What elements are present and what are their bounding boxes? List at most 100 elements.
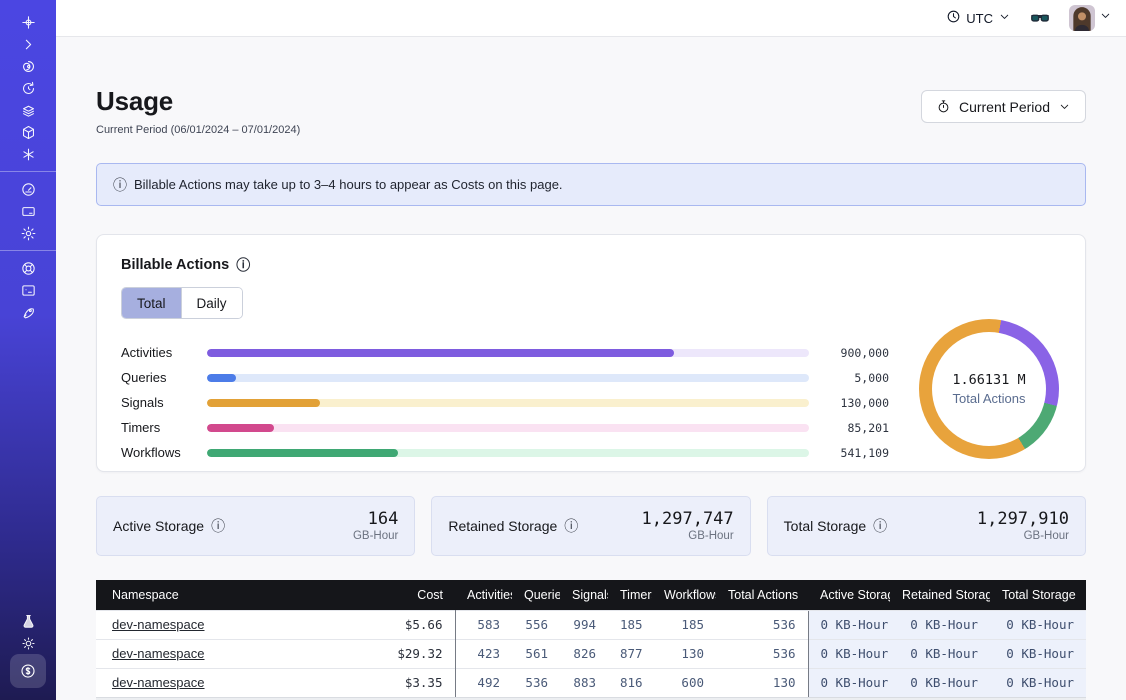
info-icon[interactable]: ⓘ: [211, 519, 225, 533]
col-timers: Timers: [608, 580, 652, 610]
banner-text: Billable Actions may take up to 3–4 hour…: [134, 177, 563, 192]
bar-fill: [207, 449, 398, 457]
bar-row-timers: Timers 85,201: [121, 415, 889, 440]
cost-cell: $3.35: [346, 668, 455, 697]
bar-fill: [207, 349, 674, 357]
bar-value: 5,000: [823, 371, 889, 385]
timezone-selector[interactable]: UTC: [946, 9, 1011, 27]
usage-gauge-icon[interactable]: [0, 178, 56, 200]
col-workflows: Workflows: [652, 580, 716, 610]
activities-cell: 423: [455, 639, 512, 668]
total-storage-cell: 0 KB-Hour: [990, 610, 1086, 639]
bar-row-signals: Signals 130,000: [121, 390, 889, 415]
namespace-usage-table: Namespace Cost Activities Queries Signal…: [96, 580, 1086, 697]
donut-total-value: 1.66131 M: [952, 372, 1025, 388]
bar-track: [207, 349, 809, 357]
chevron-down-icon: [1099, 9, 1112, 27]
settings-gear-icon[interactable]: [0, 222, 56, 244]
billing-card-icon[interactable]: [0, 200, 56, 222]
active-storage-label: Active Storage: [113, 518, 204, 534]
total-storage-cell: 0 KB-Hour: [990, 639, 1086, 668]
activities-cell: 583: [455, 610, 512, 639]
cost-cell: $5.66: [346, 610, 455, 639]
retained-storage-value: 1,297,747: [642, 510, 734, 530]
layers-icon[interactable]: [0, 99, 56, 121]
tab-daily[interactable]: Daily: [181, 288, 242, 318]
billable-bar-chart: Activities 900,000 Queries 5,000 Signals: [121, 340, 889, 465]
bar-row-queries: Queries 5,000: [121, 365, 889, 390]
bar-value: 541,109: [823, 446, 889, 460]
asterisk-icon[interactable]: [0, 143, 56, 165]
support-lifebuoy-icon[interactable]: [0, 257, 56, 279]
col-retained-storage: Retained Storage: [890, 580, 990, 610]
temporal-logo-icon[interactable]: [0, 11, 56, 33]
retained-storage-card: Retained Storage ⓘ 1,297,747 GB-Hour: [431, 496, 750, 556]
expand-chevron-icon[interactable]: [0, 33, 56, 55]
billable-actions-title: Billable Actions: [121, 257, 229, 273]
workflows-cell: 130: [652, 639, 716, 668]
col-activities: Activities: [455, 580, 512, 610]
timers-cell: 185: [608, 610, 652, 639]
theme-sun-icon[interactable]: [0, 632, 56, 654]
retained-storage-cell: 0 KB-Hour: [890, 639, 990, 668]
namespace-link[interactable]: dev-namespace: [112, 617, 205, 632]
tab-total[interactable]: Total: [122, 288, 181, 318]
page-title: Usage: [96, 86, 300, 117]
info-icon[interactable]: ⓘ: [564, 519, 578, 533]
period-dropdown-button[interactable]: Current Period: [921, 90, 1086, 123]
clock-icon: [946, 9, 961, 27]
bar-row-activities: Activities 900,000: [121, 340, 889, 365]
avatar: [1069, 5, 1095, 31]
page-subtitle: Current Period (06/01/2024 – 07/01/2024): [96, 124, 300, 136]
info-banner: ⓘ Billable Actions may take up to 3–4 ho…: [96, 163, 1086, 206]
activities-cell: 492: [455, 668, 512, 697]
labs-flask-icon[interactable]: [0, 610, 56, 632]
bar-fill: [207, 374, 236, 382]
info-icon[interactable]: ⓘ: [873, 519, 887, 533]
bar-track: [207, 374, 809, 382]
col-queries: Queries: [512, 580, 560, 610]
schedules-icon[interactable]: [0, 77, 56, 99]
col-total-storage: Total Storage: [990, 580, 1086, 610]
queries-cell: 561: [512, 639, 560, 668]
billable-actions-card: Billable Actions ⓘ Total Daily Activitie…: [96, 234, 1086, 472]
glasses-icon[interactable]: [1029, 7, 1051, 29]
bar-label: Workflows: [121, 445, 193, 460]
total-actions-cell: 130: [716, 668, 808, 697]
active-storage-cell: 0 KB-Hour: [808, 668, 890, 697]
namespace-link[interactable]: dev-namespace: [112, 675, 205, 690]
namespaces-icon[interactable]: [0, 55, 56, 77]
cost-cell: $29.32: [346, 639, 455, 668]
total-actions-cell: 536: [716, 610, 808, 639]
signals-cell: 994: [560, 610, 608, 639]
usage-coin-icon-active[interactable]: [10, 654, 46, 688]
topbar: UTC: [56, 0, 1126, 37]
retained-storage-label: Retained Storage: [448, 518, 557, 534]
retained-storage-cell: 0 KB-Hour: [890, 610, 990, 639]
total-actions-cell: 536: [716, 639, 808, 668]
donut-total-label: Total Actions: [953, 391, 1026, 406]
workflows-cell: 600: [652, 668, 716, 697]
total-storage-unit: GB-Hour: [977, 530, 1069, 542]
queries-cell: 536: [512, 668, 560, 697]
getting-started-rocket-icon[interactable]: [0, 301, 56, 323]
timezone-label: UTC: [966, 11, 993, 26]
bar-label: Timers: [121, 420, 193, 435]
total-storage-label: Total Storage: [784, 518, 867, 534]
namespace-link[interactable]: dev-namespace: [112, 646, 205, 661]
bar-label: Activities: [121, 345, 193, 360]
account-menu[interactable]: [1069, 5, 1112, 31]
page-header: Usage Current Period (06/01/2024 – 07/01…: [96, 86, 1086, 136]
total-storage-card: Total Storage ⓘ 1,297,910 GB-Hour: [767, 496, 1086, 556]
bar-fill: [207, 424, 274, 432]
bar-value: 900,000: [823, 346, 889, 360]
feedback-monitor-icon[interactable]: [0, 279, 56, 301]
signals-cell: 826: [560, 639, 608, 668]
storage-summary-row: Active Storage ⓘ 164 GB-Hour Retained St…: [96, 496, 1086, 556]
info-icon[interactable]: ⓘ: [236, 258, 250, 272]
active-storage-card: Active Storage ⓘ 164 GB-Hour: [96, 496, 415, 556]
deployments-cube-icon[interactable]: [0, 121, 56, 143]
bar-track: [207, 449, 809, 457]
bar-track: [207, 399, 809, 407]
bar-row-workflows: Workflows 541,109: [121, 440, 889, 465]
